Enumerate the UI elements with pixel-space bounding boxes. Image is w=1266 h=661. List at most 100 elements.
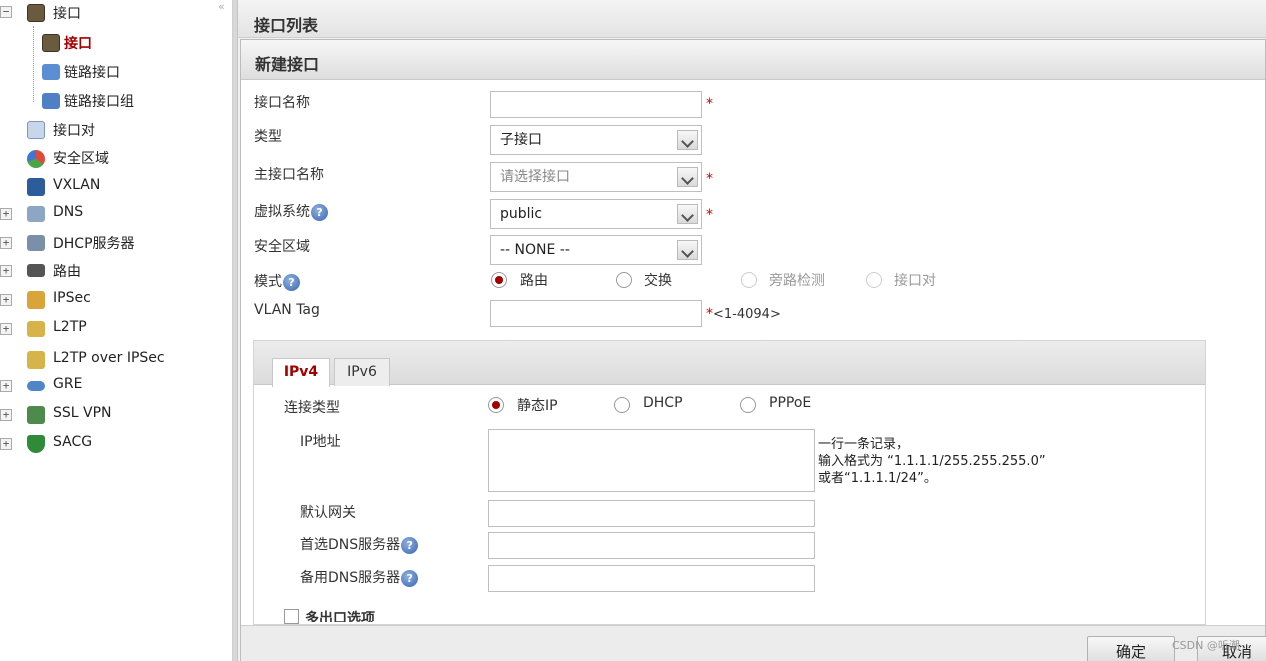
ip-tab-bar: IPv4 IPv6 bbox=[254, 341, 1205, 387]
ip-format-note-2: 输入格式为 “1.1.1.1/255.255.255.0” bbox=[818, 454, 1046, 469]
parent-interface-value: 请选择接口 bbox=[500, 169, 570, 185]
expand-icon[interactable]: + bbox=[0, 237, 12, 249]
sidebar-item-link-interface-group[interactable]: 链路接口组 bbox=[0, 88, 200, 114]
help-icon[interactable]: ? bbox=[401, 536, 419, 554]
network-card-icon bbox=[42, 34, 60, 52]
parent-interface-label: 主接口名称 bbox=[254, 167, 324, 183]
gateway-label: 默认网关 bbox=[300, 505, 356, 521]
chevron-down-icon[interactable] bbox=[677, 130, 698, 150]
vsys-label: 虚拟系统? bbox=[254, 201, 328, 221]
expand-icon[interactable]: + bbox=[0, 438, 12, 450]
conn-type-label: 连接类型 bbox=[284, 400, 340, 416]
network-card-icon bbox=[27, 4, 45, 22]
zone-value: -- NONE -- bbox=[500, 242, 570, 258]
expand-icon[interactable]: + bbox=[0, 294, 12, 306]
chevron-down-icon[interactable] bbox=[677, 204, 698, 224]
pipe-icon bbox=[27, 381, 45, 391]
page-title: 接口列表 bbox=[254, 16, 319, 35]
sidebar-item-interface-group[interactable]: − 接口 bbox=[0, 0, 220, 26]
conn-static-radio[interactable] bbox=[488, 397, 504, 413]
conn-static-label: 静态IP bbox=[517, 398, 558, 414]
zone-select[interactable]: -- NONE -- bbox=[490, 235, 702, 265]
mode-pair-radio[interactable] bbox=[866, 272, 882, 288]
sidebar-item-l2tp[interactable]: + L2TP bbox=[0, 316, 200, 342]
dns-icon bbox=[27, 206, 45, 222]
secondary-dns-input[interactable] bbox=[488, 565, 815, 592]
sidebar-item-dns[interactable]: + DNS bbox=[0, 201, 200, 227]
vlan-tag-input[interactable] bbox=[490, 300, 702, 327]
expand-icon[interactable]: + bbox=[0, 323, 12, 335]
sidebar-item-l2tp-over-ipsec[interactable]: L2TP over IPSec bbox=[0, 347, 200, 373]
sidebar-item-label: 路由 bbox=[53, 264, 81, 280]
interface-list-header: 接口列表 bbox=[238, 0, 1266, 38]
sidebar-item-vxlan[interactable]: VXLAN bbox=[0, 174, 200, 200]
sidebar-item-dhcp-server[interactable]: + DHCP服务器 bbox=[0, 230, 200, 256]
mode-switch-radio[interactable] bbox=[616, 272, 632, 288]
sidebar-item-interface-pair[interactable]: 接口对 bbox=[0, 117, 200, 143]
sidebar-item-ipsec[interactable]: + IPSec bbox=[0, 287, 200, 313]
help-icon[interactable]: ? bbox=[311, 203, 328, 221]
link-group-icon bbox=[42, 93, 60, 109]
help-icon[interactable]: ? bbox=[401, 569, 419, 587]
tab-ipv4[interactable]: IPv4 bbox=[272, 358, 330, 387]
chevron-down-icon[interactable] bbox=[677, 240, 698, 260]
dialog-title-bar: 新建接口 bbox=[241, 40, 1265, 80]
primary-dns-label: 首选DNS服务器? bbox=[300, 534, 419, 554]
shield-icon bbox=[27, 435, 45, 453]
required-mark: * bbox=[706, 207, 713, 223]
ok-button[interactable]: 确定 bbox=[1087, 636, 1175, 661]
mode-bypass-radio[interactable] bbox=[741, 272, 757, 288]
sidebar-item-label: 安全区域 bbox=[53, 151, 109, 167]
expand-icon[interactable]: + bbox=[0, 409, 12, 421]
mode-pair-label: 接口对 bbox=[894, 273, 936, 289]
conn-dhcp-label: DHCP bbox=[643, 395, 683, 411]
dialog-footer: 确定 取消 bbox=[241, 625, 1266, 661]
sidebar-item-gre[interactable]: + GRE bbox=[0, 373, 200, 399]
ssl-vpn-icon bbox=[27, 406, 45, 424]
link-icon bbox=[42, 64, 60, 80]
secondary-dns-label: 备用DNS服务器? bbox=[300, 567, 419, 587]
interface-name-input[interactable] bbox=[490, 91, 702, 118]
sidebar-item-sacg[interactable]: + SACG bbox=[0, 431, 200, 457]
multi-exit-checkbox[interactable] bbox=[284, 609, 299, 624]
primary-dns-input[interactable] bbox=[488, 532, 815, 559]
expand-icon[interactable]: + bbox=[0, 380, 12, 392]
parent-interface-select[interactable]: 请选择接口 bbox=[490, 162, 702, 192]
type-select[interactable]: 子接口 bbox=[490, 125, 702, 155]
collapse-icon[interactable]: − bbox=[0, 6, 12, 18]
required-mark: * bbox=[706, 171, 713, 187]
sidebar-item-label: SACG bbox=[53, 434, 93, 450]
tab-ipv6[interactable]: IPv6 bbox=[334, 358, 390, 386]
zone-label: 安全区域 bbox=[254, 239, 310, 255]
type-label: 类型 bbox=[254, 129, 282, 145]
sidebar-item-route[interactable]: + 路由 bbox=[0, 258, 200, 284]
sidebar-item-label: 接口 bbox=[64, 36, 92, 52]
conn-dhcp-radio[interactable] bbox=[614, 397, 630, 413]
vsys-select[interactable]: public bbox=[490, 199, 702, 229]
mode-route-radio[interactable] bbox=[491, 272, 507, 288]
primary-dns-label-text: 首选DNS服务器 bbox=[300, 537, 401, 553]
multi-exit-label: 多出口选项 bbox=[305, 611, 375, 622]
ip-address-textarea[interactable] bbox=[488, 429, 815, 492]
sidebar-item-ssl-vpn[interactable]: + SSL VPN bbox=[0, 402, 200, 428]
conn-pppoe-radio[interactable] bbox=[740, 397, 756, 413]
main-panel: 接口列表 新建接口 接口名称 * 类型 子接口 主接口名称 请选择接口 * 虚拟… bbox=[238, 0, 1266, 661]
mode-label-text: 模式 bbox=[254, 274, 282, 290]
sidebar-item-label: GRE bbox=[53, 376, 83, 392]
conn-pppoe-label: PPPoE bbox=[769, 395, 812, 411]
sidebar-item-interface[interactable]: 接口 bbox=[0, 30, 200, 56]
sidebar-item-security-zone[interactable]: 安全区域 bbox=[0, 145, 200, 171]
gateway-input[interactable] bbox=[488, 500, 815, 527]
sidebar: « − 接口 接口 链路接口 链路接口组 接口对 安全区域 VXLAN + DN… bbox=[0, 0, 233, 661]
expand-icon[interactable]: + bbox=[0, 265, 12, 277]
help-icon[interactable]: ? bbox=[283, 273, 300, 291]
lock-icon bbox=[27, 291, 45, 309]
expand-icon[interactable]: + bbox=[0, 208, 12, 220]
ip-settings-panel: IPv4 IPv6 连接类型 静态IP DHCP PPPoE IP地址 一行一条… bbox=[253, 340, 1206, 625]
vsys-label-text: 虚拟系统 bbox=[254, 204, 310, 220]
sidebar-item-label: 接口 bbox=[53, 6, 81, 22]
mode-route-label: 路由 bbox=[520, 273, 548, 289]
sidebar-item-link-interface[interactable]: 链路接口 bbox=[0, 59, 200, 85]
chevron-down-icon[interactable] bbox=[677, 167, 698, 187]
interface-name-label: 接口名称 bbox=[254, 95, 310, 111]
